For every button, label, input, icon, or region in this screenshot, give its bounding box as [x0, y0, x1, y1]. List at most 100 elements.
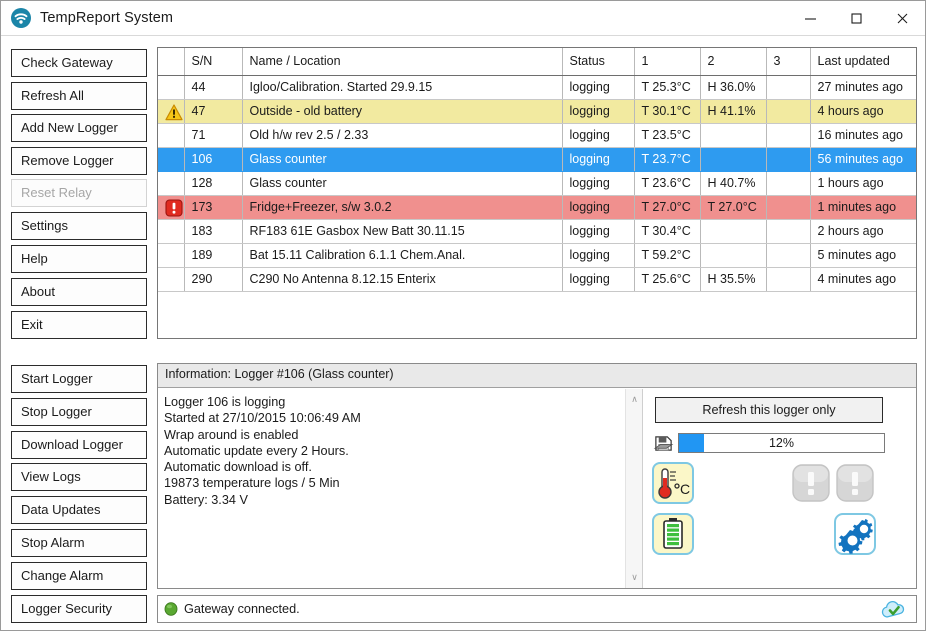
row-name: Glass counter [242, 147, 562, 171]
table-row[interactable]: 183RF183 61E Gasbox New Batt 30.11.15log… [158, 219, 917, 243]
view-logs-button[interactable]: View Logs [11, 463, 147, 491]
settings-button[interactable]: Settings [11, 212, 147, 240]
column-header-sn[interactable]: S/N [184, 48, 242, 75]
row-ch2: H 36.0% [700, 75, 766, 99]
logger-table-panel[interactable]: S/N Name / Location Status 1 2 3 Last up… [157, 47, 917, 339]
save-disk-icon[interactable] [653, 433, 674, 454]
data-updates-button[interactable]: Data Updates [11, 496, 147, 524]
table-row[interactable]: 290C290 No Antenna 8.12.15 Enterixloggin… [158, 267, 917, 291]
stop-alarm-button[interactable]: Stop Alarm [11, 529, 147, 557]
gears-settings-icon[interactable] [833, 512, 877, 556]
row-status-icon-cell [158, 267, 184, 291]
logger-security-button[interactable]: Logger Security [11, 595, 147, 623]
row-ch3 [766, 99, 810, 123]
status-bar: Gateway connected. [157, 595, 917, 623]
table-row[interactable]: 128Glass counterloggingT 23.6°CH 40.7%1 … [158, 171, 917, 195]
download-logger-button[interactable]: Download Logger [11, 431, 147, 459]
row-ch2 [700, 243, 766, 267]
information-body: Logger 106 is logging Started at 27/10/2… [158, 389, 916, 588]
close-button[interactable] [879, 1, 925, 36]
cloud-check-icon[interactable] [880, 599, 908, 620]
alarm-exclamation-icon [165, 199, 183, 217]
information-scrollbar[interactable]: ∧ ∨ [625, 389, 642, 588]
warning-triangle-icon [165, 104, 183, 121]
alert-exclamation-icon-2 [833, 461, 877, 505]
row-ch3 [766, 123, 810, 147]
column-header-icon[interactable] [158, 48, 184, 75]
stop-logger-button[interactable]: Stop Logger [11, 398, 147, 426]
table-row[interactable]: 47Outside - old batteryloggingT 30.1°CH … [158, 99, 917, 123]
refresh-all-button[interactable]: Refresh All [11, 82, 147, 110]
check-gateway-button[interactable]: Check Gateway [11, 49, 147, 77]
table-row[interactable]: 71Old h/w rev 2.5 / 2.33loggingT 23.5°C1… [158, 123, 917, 147]
row-status: logging [562, 99, 634, 123]
information-header: Information: Logger #106 (Glass counter) [158, 364, 916, 388]
maximize-button[interactable] [833, 1, 879, 36]
window-controls [787, 1, 925, 36]
scroll-down-icon[interactable]: ∨ [626, 569, 643, 586]
row-ch1: T 25.6°C [634, 267, 700, 291]
column-header-updated[interactable]: Last updated [810, 48, 917, 75]
column-header-status[interactable]: Status [562, 48, 634, 75]
row-status: logging [562, 243, 634, 267]
thermometer-celsius-icon[interactable]: C [651, 461, 695, 505]
refresh-this-logger-button[interactable]: Refresh this logger only [655, 397, 883, 423]
minimize-button[interactable] [787, 1, 833, 36]
row-sn: 106 [184, 147, 242, 171]
row-sn: 183 [184, 219, 242, 243]
row-ch2: H 40.7% [700, 171, 766, 195]
row-sn: 189 [184, 243, 242, 267]
scroll-up-icon[interactable]: ∧ [626, 391, 643, 408]
table-row[interactable]: 189Bat 15.11 Calibration 6.1.1 Chem.Anal… [158, 243, 917, 267]
row-ch3 [766, 147, 810, 171]
table-body: 44Igloo/Calibration. Started 29.9.15logg… [158, 75, 917, 291]
column-header-ch2[interactable]: 2 [700, 48, 766, 75]
row-updated: 56 minutes ago [810, 147, 917, 171]
row-updated: 16 minutes ago [810, 123, 917, 147]
row-ch2 [700, 219, 766, 243]
row-updated: 4 hours ago [810, 99, 917, 123]
wifi-signal-icon [10, 7, 32, 29]
table-row[interactable]: 173Fridge+Freezer, s/w 3.0.2loggingT 27.… [158, 195, 917, 219]
remove-logger-button[interactable]: Remove Logger [11, 147, 147, 175]
row-status: logging [562, 147, 634, 171]
row-ch1: T 27.0°C [634, 195, 700, 219]
exit-button[interactable]: Exit [11, 311, 147, 339]
information-controls: Refresh this logger only 12% [643, 389, 915, 588]
table-header-row: S/N Name / Location Status 1 2 3 Last up… [158, 48, 917, 75]
row-status: logging [562, 219, 634, 243]
row-updated: 5 minutes ago [810, 243, 917, 267]
battery-icon[interactable] [651, 512, 695, 556]
table-row[interactable]: 44Igloo/Calibration. Started 29.9.15logg… [158, 75, 917, 99]
close-icon [896, 12, 909, 25]
table-row[interactable]: 106Glass counterloggingT 23.7°C56 minute… [158, 147, 917, 171]
row-status-icon-cell [158, 171, 184, 195]
minimize-icon [804, 12, 817, 25]
help-button[interactable]: Help [11, 245, 147, 273]
information-text-area[interactable]: Logger 106 is logging Started at 27/10/2… [158, 389, 643, 588]
row-status-icon-cell [158, 99, 184, 123]
about-button[interactable]: About [11, 278, 147, 306]
row-ch3 [766, 75, 810, 99]
row-name: Old h/w rev 2.5 / 2.33 [242, 123, 562, 147]
add-new-logger-button[interactable]: Add New Logger [11, 114, 147, 142]
column-header-ch1[interactable]: 1 [634, 48, 700, 75]
row-name: Fridge+Freezer, s/w 3.0.2 [242, 195, 562, 219]
row-ch2: H 41.1% [700, 99, 766, 123]
row-name: Bat 15.11 Calibration 6.1.1 Chem.Anal. [242, 243, 562, 267]
row-ch1: T 59.2°C [634, 243, 700, 267]
change-alarm-button[interactable]: Change Alarm [11, 562, 147, 590]
reset-relay-button: Reset Relay [11, 179, 147, 207]
row-sn: 47 [184, 99, 242, 123]
row-status: logging [562, 267, 634, 291]
row-updated: 1 hours ago [810, 171, 917, 195]
alert-exclamation-icon-1 [789, 461, 833, 505]
row-updated: 4 minutes ago [810, 267, 917, 291]
window-title: TempReport System [40, 10, 173, 26]
row-name: Outside - old battery [242, 99, 562, 123]
start-logger-button[interactable]: Start Logger [11, 365, 147, 393]
column-header-name[interactable]: Name / Location [242, 48, 562, 75]
row-sn: 71 [184, 123, 242, 147]
column-header-ch3[interactable]: 3 [766, 48, 810, 75]
status-message: Gateway connected. [184, 602, 300, 616]
